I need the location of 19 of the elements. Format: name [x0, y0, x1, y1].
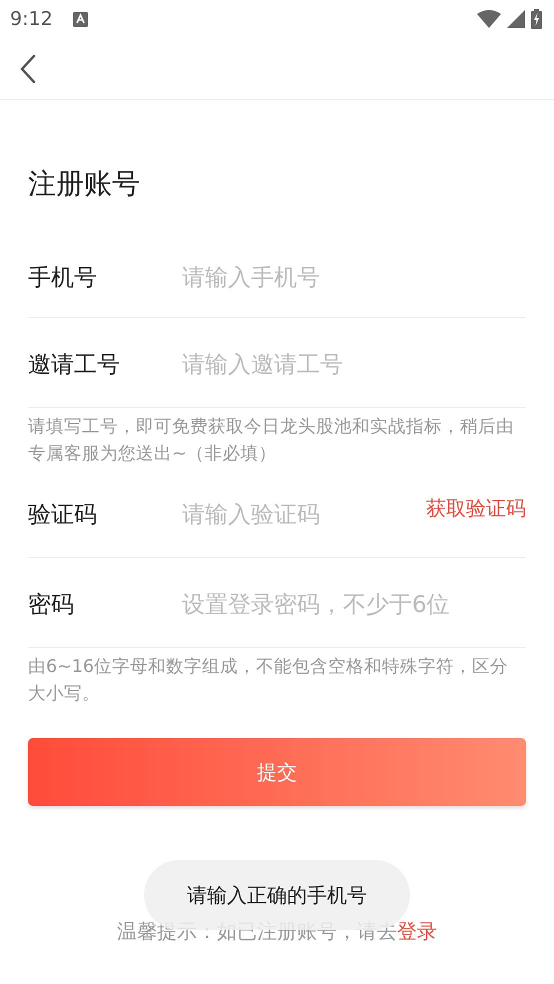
- input-field[interactable]: 设置登录密码，不少于6位: [182, 592, 526, 618]
- get-code-link[interactable]: 获取验证码: [426, 495, 526, 522]
- field-hint: 请填写工号，即可免费获取今日龙头股池和实战指标，稍后由专属客服为您送出~（非必填）: [28, 416, 515, 466]
- submit-button[interactable]: 提交: [28, 738, 526, 806]
- input-field[interactable]: 请输入验证码: [182, 502, 426, 528]
- input-field[interactable]: 请输入邀请工号: [182, 352, 526, 378]
- field-label: 密码: [28, 591, 75, 620]
- field-label: 邀请工号: [28, 351, 121, 380]
- page-title: 注册账号: [28, 166, 141, 202]
- status-time: 9:12: [10, 8, 53, 30]
- signal-icon: [507, 10, 525, 28]
- battery-icon: [531, 9, 542, 29]
- input-field[interactable]: 请输入手机号: [182, 264, 526, 290]
- back-button[interactable]: [20, 54, 36, 82]
- wifi-icon: [477, 10, 501, 28]
- field-label: 验证码: [28, 501, 98, 530]
- field-hint: 由6~16位字母和数字组成，不能包含空格和特殊字符，区分大小写。: [28, 656, 510, 706]
- field-label: 手机号: [28, 264, 98, 293]
- keyboard-icon: [72, 12, 88, 26]
